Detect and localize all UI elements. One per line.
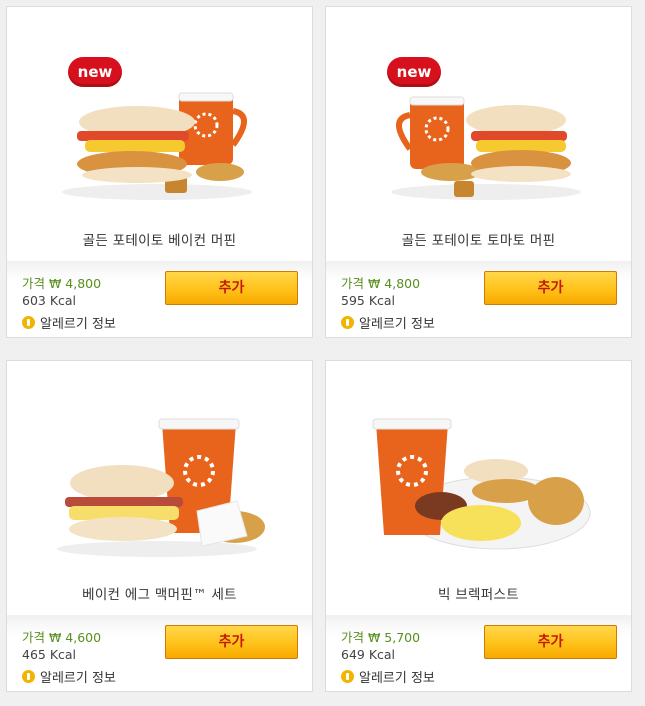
product-kcal: 465 Kcal: [22, 647, 77, 662]
product-kcal: 649 Kcal: [341, 647, 396, 662]
allergy-icon: [341, 316, 354, 329]
product-price: 가격 ₩ 5,700: [341, 630, 421, 645]
allergy-icon: [22, 316, 35, 329]
product-name: 골든 포테이토 토마토 머핀: [401, 233, 556, 249]
product-card[interactable]: 베이컨 에그 맥머핀™ 세트 가격 ₩ 4,600 465 Kcal 알레르기 …: [6, 360, 313, 692]
add-button[interactable]: 추가: [484, 271, 617, 305]
product-image: [372, 418, 591, 550]
new-badge: new: [68, 57, 122, 87]
product-kcal: 603 Kcal: [22, 293, 77, 308]
product-price: 가격 ₩ 4,800: [341, 276, 421, 291]
new-badge: new: [387, 57, 441, 87]
add-button[interactable]: 추가: [165, 271, 298, 305]
menu-grid: new 골든 포테이토 베이컨 머핀 가격 ₩ 4,800 603 Kcal 알…: [0, 0, 645, 706]
allergy-label: 알레르기 정보: [40, 317, 116, 332]
product-info: 가격 ₩ 4,800 595 Kcal 알레르기 정보 추가: [326, 261, 631, 337]
product-card[interactable]: new 골든 포테이토 토마토 머핀 가격 ₩ 4,800 595 Kcal 알…: [325, 6, 632, 338]
product-price: 가격 ₩ 4,600: [22, 630, 102, 645]
product-card[interactable]: 빅 브렉퍼스트 가격 ₩ 5,700 649 Kcal 알레르기 정보 추가: [325, 360, 632, 692]
product-name: 빅 브렉퍼스트: [438, 587, 519, 603]
product-info: 가격 ₩ 4,600 465 Kcal 알레르기 정보 추가: [7, 615, 312, 691]
product-image: [57, 418, 265, 557]
product-card[interactable]: new 골든 포테이토 베이컨 머핀 가격 ₩ 4,800 603 Kcal 알…: [6, 6, 313, 338]
allergy-info-link[interactable]: 알레르기 정보: [22, 667, 116, 686]
allergy-info-link[interactable]: 알레르기 정보: [341, 667, 435, 686]
product-info: 가격 ₩ 5,700 649 Kcal 알레르기 정보 추가: [326, 615, 631, 691]
allergy-info-link[interactable]: 알레르기 정보: [341, 313, 435, 332]
allergy-info-link[interactable]: 알레르기 정보: [22, 313, 116, 332]
product-image: [391, 96, 581, 200]
product-price: 가격 ₩ 4,800: [22, 276, 102, 291]
product-kcal: 595 Kcal: [341, 293, 396, 308]
product-info: 가격 ₩ 4,800 603 Kcal 알레르기 정보 추가: [7, 261, 312, 337]
allergy-label: 알레르기 정보: [359, 317, 435, 332]
product-image: [62, 92, 252, 200]
add-button[interactable]: 추가: [165, 625, 298, 659]
allergy-label: 알레르기 정보: [359, 671, 435, 686]
allergy-icon: [341, 670, 354, 683]
allergy-icon: [22, 670, 35, 683]
allergy-label: 알레르기 정보: [40, 671, 116, 686]
product-name: 골든 포테이토 베이컨 머핀: [82, 233, 237, 249]
product-name: 베이컨 에그 맥머핀™ 세트: [82, 587, 237, 603]
add-button[interactable]: 추가: [484, 625, 617, 659]
